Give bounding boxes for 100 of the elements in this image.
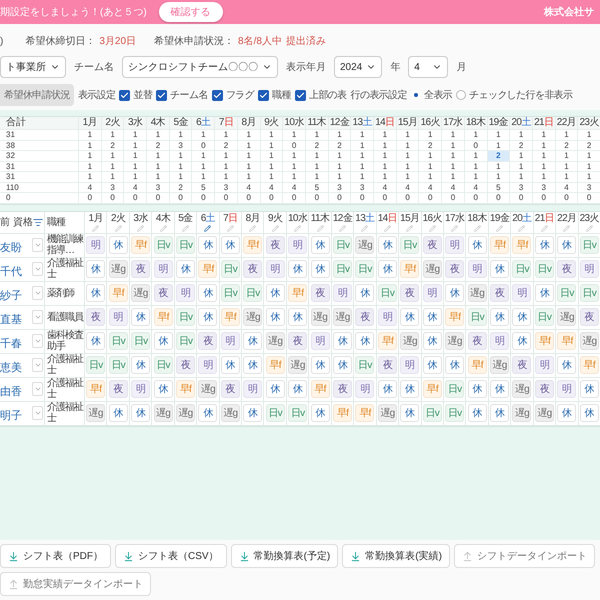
shift-cell[interactable]: 休 bbox=[310, 236, 330, 254]
shift-cell[interactable]: 早f bbox=[288, 284, 308, 302]
shift-cell[interactable]: 休 bbox=[176, 260, 195, 278]
shift-cell[interactable]: 夜 bbox=[176, 356, 195, 374]
shift-cell[interactable]: 遅g bbox=[512, 404, 532, 422]
shift-cell[interactable]: 夜 bbox=[355, 308, 374, 326]
shift-cell[interactable]: 休 bbox=[468, 404, 487, 422]
staff-name-link[interactable]: 恵美 bbox=[0, 360, 32, 376]
shift-cell[interactable]: 休 bbox=[108, 236, 128, 254]
shift-cell[interactable]: 早f bbox=[131, 236, 150, 254]
shift-cell[interactable]: 休 bbox=[243, 356, 262, 374]
shift-cell[interactable]: 夜 bbox=[266, 236, 285, 254]
shift-cell[interactable]: 休 bbox=[580, 380, 599, 398]
shift-cell[interactable]: 日v bbox=[266, 404, 285, 422]
shift-cell[interactable]: 休 bbox=[355, 284, 374, 302]
shift-cell[interactable]: 日v bbox=[288, 404, 308, 422]
staff-name-link[interactable]: 由香 bbox=[0, 384, 32, 400]
shift-cell[interactable]: 休 bbox=[288, 308, 308, 326]
shift-cell[interactable]: 日v bbox=[131, 332, 150, 350]
shift-cell[interactable]: 明 bbox=[176, 284, 195, 302]
shift-cell[interactable]: 休 bbox=[534, 236, 554, 254]
shift-cell[interactable]: 明 bbox=[557, 380, 576, 398]
shift-cell[interactable]: 明 bbox=[154, 260, 173, 278]
shift-cell[interactable]: 日v bbox=[108, 332, 128, 350]
shift-cell[interactable]: 遅g bbox=[176, 404, 195, 422]
shift-cell[interactable]: 夜 bbox=[198, 332, 218, 350]
shift-cell[interactable]: 休 bbox=[512, 332, 532, 350]
shift-cell[interactable]: 明 bbox=[580, 260, 599, 278]
shift-cell[interactable]: 遅g bbox=[557, 308, 576, 326]
shift-cell[interactable]: 明 bbox=[220, 332, 240, 350]
shift-cell[interactable]: 休 bbox=[86, 332, 106, 350]
export-button[interactable]: シフト表（CSV） bbox=[115, 544, 227, 568]
shift-cell[interactable]: 遅g bbox=[198, 380, 218, 398]
shift-cell[interactable]: 早f bbox=[86, 380, 106, 398]
shift-cell[interactable]: 休 bbox=[422, 356, 442, 374]
shift-cell[interactable]: 遅g bbox=[400, 332, 420, 350]
shift-cell[interactable]: 日v bbox=[400, 236, 420, 254]
shift-cell[interactable]: 遅g bbox=[288, 356, 308, 374]
shift-cell[interactable]: 日v bbox=[243, 284, 262, 302]
shift-cell[interactable]: 日v bbox=[580, 236, 599, 254]
shift-cell[interactable]: 休 bbox=[422, 332, 442, 350]
shift-cell[interactable]: 休 bbox=[198, 404, 218, 422]
shift-cell[interactable]: 遅g bbox=[422, 260, 442, 278]
shift-cell[interactable]: 遅g bbox=[243, 308, 262, 326]
team-select[interactable]: シンクロシフトチーム〇〇〇 bbox=[122, 56, 278, 78]
shift-cell[interactable]: 夜 bbox=[512, 356, 532, 374]
shift-cell[interactable]: 遅g bbox=[220, 404, 240, 422]
shift-cell[interactable]: 休 bbox=[220, 356, 240, 374]
shift-cell[interactable]: 明 bbox=[512, 284, 532, 302]
shift-cell[interactable]: 休 bbox=[266, 380, 285, 398]
shift-cell[interactable]: 休 bbox=[490, 380, 510, 398]
shift-cell[interactable]: 早f bbox=[220, 308, 240, 326]
shift-cell[interactable]: 夜 bbox=[490, 284, 510, 302]
shift-cell[interactable]: 遅g bbox=[131, 284, 150, 302]
shift-cell[interactable]: 早f bbox=[557, 332, 576, 350]
shift-cell[interactable]: 遅g bbox=[332, 308, 352, 326]
shift-cell[interactable]: 夜 bbox=[86, 308, 106, 326]
shift-cell[interactable]: 明 bbox=[131, 380, 150, 398]
shift-cell[interactable]: 日v bbox=[445, 404, 464, 422]
shift-cell[interactable]: 日v bbox=[445, 380, 464, 398]
shift-cell[interactable]: 日v bbox=[355, 356, 374, 374]
shift-cell[interactable]: 夜 bbox=[243, 260, 262, 278]
radio-button[interactable] bbox=[456, 90, 466, 100]
shift-cell[interactable]: 日v bbox=[512, 260, 532, 278]
checkbox[interactable] bbox=[294, 90, 306, 100]
shift-cell[interactable]: 夜 bbox=[131, 260, 150, 278]
shift-cell[interactable]: 日v bbox=[220, 284, 240, 302]
shift-cell[interactable]: 明 bbox=[400, 356, 420, 374]
shift-cell[interactable]: 明 bbox=[468, 260, 487, 278]
shift-cell[interactable]: 夜 bbox=[557, 260, 576, 278]
shift-cell[interactable]: 遅g bbox=[534, 404, 554, 422]
shift-cell[interactable]: 休 bbox=[266, 308, 285, 326]
shift-cell[interactable]: 休 bbox=[422, 308, 442, 326]
shift-cell[interactable]: 休 bbox=[490, 404, 510, 422]
shift-cell[interactable]: 早f bbox=[355, 404, 374, 422]
row-dropdown[interactable] bbox=[32, 262, 43, 276]
shift-cell[interactable]: 日v bbox=[534, 308, 554, 326]
shift-cell[interactable]: 遅g bbox=[445, 332, 464, 350]
shift-cell[interactable]: 日v bbox=[378, 284, 397, 302]
checkbox[interactable] bbox=[156, 90, 168, 100]
staff-name-link[interactable]: 千代 bbox=[0, 264, 32, 280]
shift-cell[interactable]: 休 bbox=[445, 356, 464, 374]
shift-cell[interactable]: 早f bbox=[198, 260, 218, 278]
shift-cell[interactable]: 休 bbox=[131, 404, 150, 422]
shift-cell[interactable]: 遅g bbox=[378, 404, 397, 422]
shift-cell[interactable]: 夜 bbox=[220, 380, 240, 398]
shift-cell[interactable]: 明 bbox=[243, 380, 262, 398]
shift-cell[interactable]: 日v bbox=[580, 284, 599, 302]
shift-cell[interactable]: 夜 bbox=[580, 308, 599, 326]
shift-cell[interactable]: 休 bbox=[557, 404, 576, 422]
shift-cell[interactable]: 遅g bbox=[468, 284, 487, 302]
shift-cell[interactable]: 休 bbox=[310, 356, 330, 374]
shift-cell[interactable]: 明 bbox=[86, 236, 106, 254]
shift-cell[interactable]: 夜 bbox=[154, 284, 173, 302]
row-dropdown[interactable] bbox=[32, 358, 43, 372]
shift-cell[interactable]: 早f bbox=[534, 332, 554, 350]
shift-cell[interactable]: 休 bbox=[557, 356, 576, 374]
sort-icon[interactable] bbox=[32, 216, 43, 228]
shift-cell[interactable]: 日v bbox=[108, 356, 128, 374]
row-dropdown[interactable] bbox=[32, 334, 43, 348]
